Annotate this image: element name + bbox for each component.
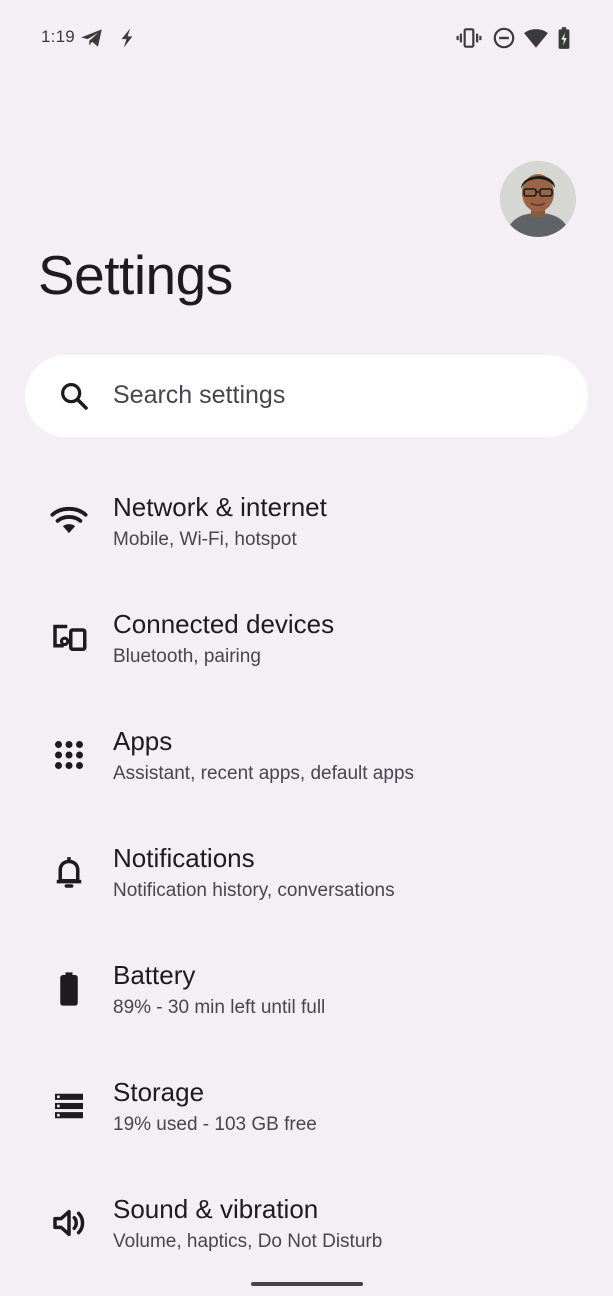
item-subtitle: Volume, haptics, Do Not Disturb: [113, 1231, 383, 1252]
item-subtitle: 19% used - 103 GB free: [113, 1114, 317, 1135]
status-time: 1:19: [41, 27, 75, 46]
item-title: Connected devices: [113, 609, 335, 639]
flash-icon: [114, 25, 140, 51]
item-subtitle: Bluetooth, pairing: [113, 646, 261, 667]
item-title: Apps: [113, 726, 173, 756]
item-title: Notifications: [113, 843, 255, 873]
settings-item-sound[interactable]: Sound & vibration Volume, haptics, Do No…: [0, 1172, 613, 1289]
bell-icon: [48, 851, 90, 893]
item-subtitle: Mobile, Wi-Fi, hotspot: [113, 529, 297, 550]
wifi-icon: [48, 499, 90, 541]
item-title: Storage: [113, 1077, 205, 1107]
settings-item-notifications[interactable]: Notifications Notification history, conv…: [0, 821, 613, 938]
vibrate-icon: [456, 25, 482, 51]
item-subtitle: Assistant, recent apps, default apps: [113, 763, 415, 784]
settings-screen: 1:19 Settings Search settings Network & …: [0, 0, 613, 1296]
settings-item-storage[interactable]: Storage 19% used - 103 GB free: [0, 1055, 613, 1172]
settings-item-connected-devices[interactable]: Connected devices Bluetooth, pairing: [0, 587, 613, 704]
devices-icon: [48, 616, 90, 658]
apps-grid-icon: [48, 734, 90, 776]
item-subtitle: 89% - 30 min left until full: [113, 997, 326, 1018]
settings-item-battery[interactable]: Battery 89% - 30 min left until full: [0, 938, 613, 1055]
battery-charging-icon: [551, 25, 577, 51]
item-title: Sound & vibration: [113, 1194, 319, 1224]
item-title: Network & internet: [113, 492, 327, 522]
search-input[interactable]: Search settings: [113, 381, 285, 410]
volume-icon: [48, 1202, 90, 1244]
search-icon: [57, 379, 91, 413]
settings-item-apps[interactable]: Apps Assistant, recent apps, default app…: [0, 704, 613, 821]
item-subtitle: Notification history, conversations: [113, 880, 395, 901]
battery-icon: [48, 968, 90, 1010]
page-title: Settings: [38, 244, 233, 306]
settings-item-network[interactable]: Network & internet Mobile, Wi-Fi, hotspo…: [0, 470, 613, 587]
search-bar[interactable]: Search settings: [25, 355, 588, 437]
storage-icon: [48, 1085, 90, 1127]
status-bar: 1:19: [0, 0, 613, 76]
avatar[interactable]: [500, 161, 576, 237]
telegram-icon: [79, 25, 105, 51]
wifi-icon: [523, 25, 549, 51]
do-not-disturb-icon: [491, 25, 517, 51]
navigation-handle[interactable]: [251, 1282, 363, 1286]
item-title: Battery: [113, 960, 196, 990]
